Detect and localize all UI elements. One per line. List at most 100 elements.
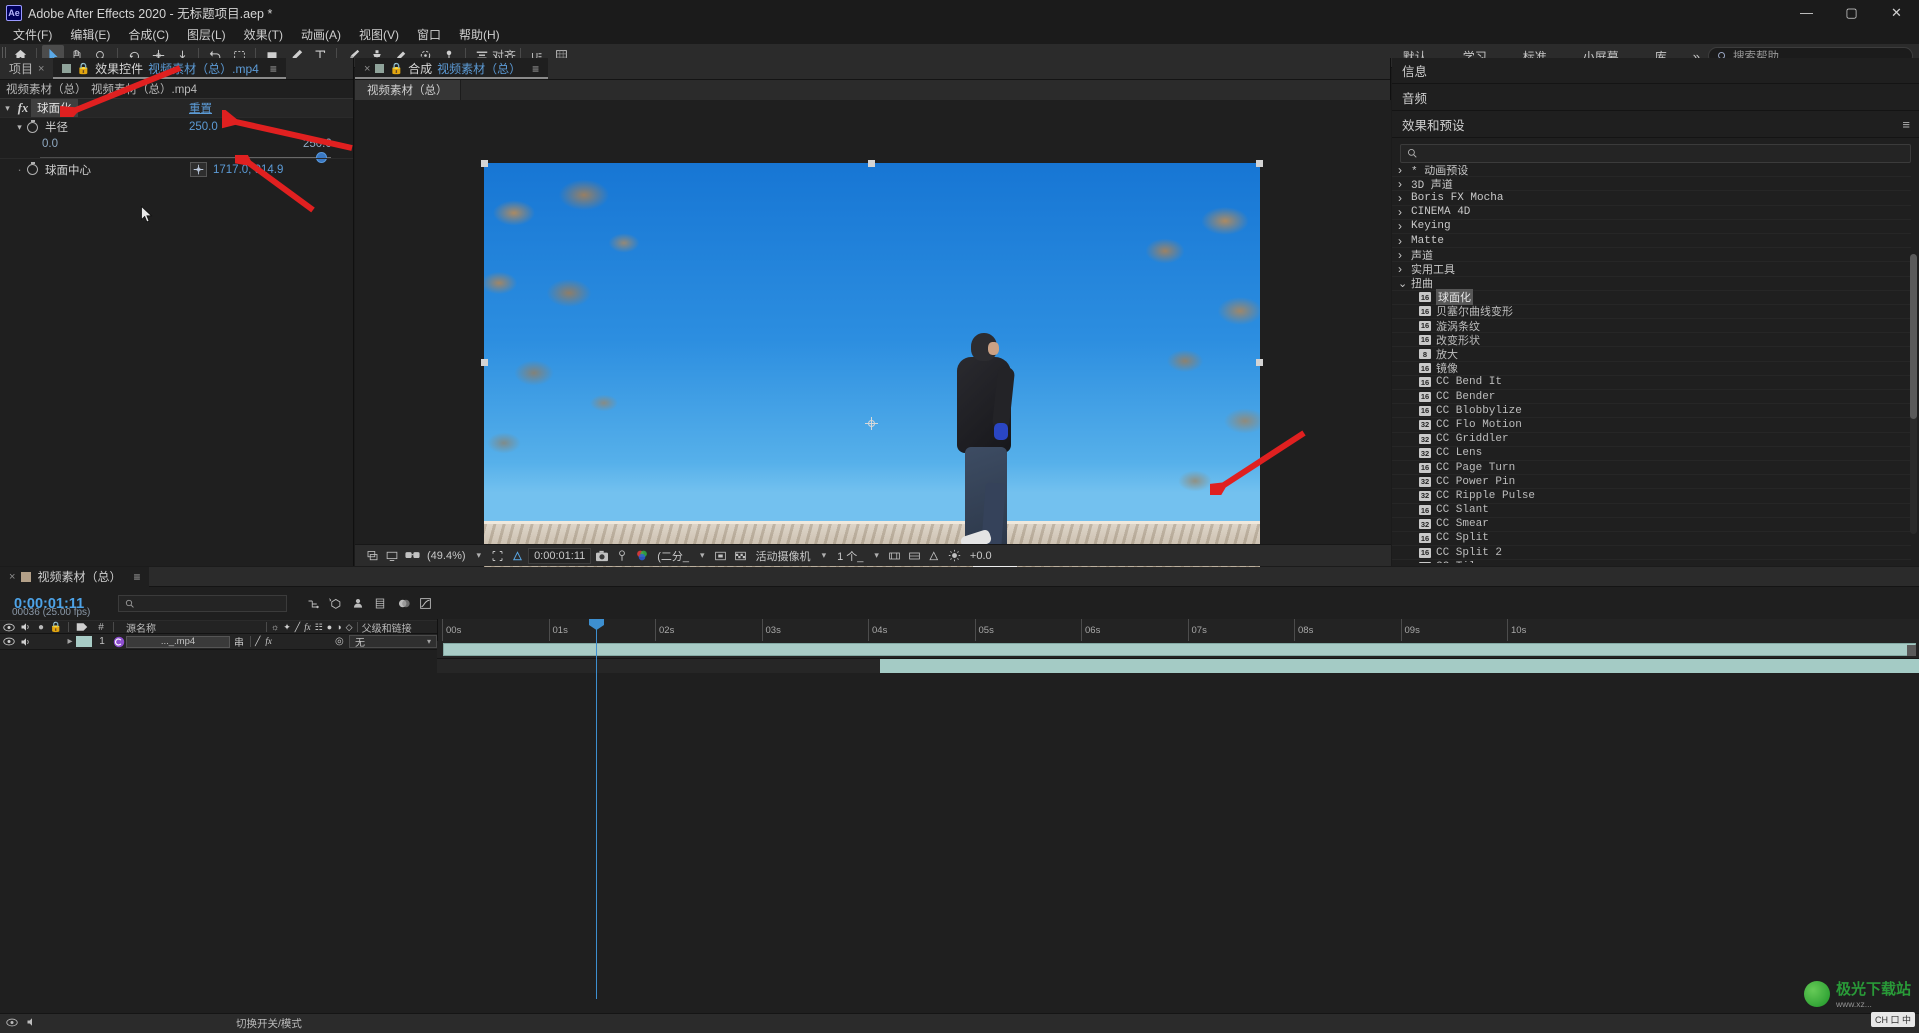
effect-item-16[interactable]: 32 CC Smear	[1392, 518, 1911, 532]
views-chevron-down-icon[interactable]: ▾	[869, 550, 884, 561]
effect-item-17[interactable]: 16 CC Split	[1392, 532, 1911, 547]
chevron-right-icon[interactable]: ›	[1398, 248, 1407, 262]
menu-help[interactable]: 帮助(H)	[450, 24, 509, 45]
selection-handle-ml[interactable]	[481, 359, 488, 366]
effects-group-5[interactable]: › Matte	[1392, 234, 1911, 249]
motion-blur-icon[interactable]	[392, 594, 415, 614]
layer-clip-bar[interactable]	[880, 659, 1919, 673]
current-timecode-display[interactable]: 0:00:01:11	[528, 547, 592, 564]
footer-audio-icon[interactable]	[26, 1017, 38, 1030]
effect-item-5[interactable]: 16 镜像	[1392, 362, 1911, 376]
region-of-interest-icon-2[interactable]	[488, 547, 506, 564]
tab-project[interactable]: 项目 ×	[0, 58, 54, 79]
resolution-value[interactable]: (二分_	[653, 548, 693, 564]
3d-glasses-icon[interactable]	[403, 547, 421, 564]
video-preview[interactable]	[484, 163, 1260, 603]
lock-layer-icon[interactable]: 🔒	[48, 622, 64, 633]
comp-lock-icon[interactable]: 🔒	[389, 62, 403, 75]
reset-link[interactable]: 重置	[189, 100, 212, 116]
effect-item-13[interactable]: 32 CC Power Pin	[1392, 475, 1911, 490]
layer-3d-icon[interactable]: ◎	[335, 636, 349, 647]
column-header-source-name[interactable]: 源名称	[116, 620, 266, 635]
layer-collapse-icon[interactable]: ╱	[255, 636, 260, 647]
fast-preview-icon[interactable]	[926, 547, 944, 564]
selection-handle-tl[interactable]	[481, 160, 488, 167]
tab-effect-controls[interactable]: 🔒 效果控件 视频素材（总）.mp4 ≡	[53, 58, 287, 79]
menu-window[interactable]: 窗口	[408, 24, 450, 45]
layer-fx-icon[interactable]: fx	[265, 636, 272, 647]
switch-collapse-icon[interactable]: ╱	[295, 622, 300, 633]
work-area-bar[interactable]	[443, 643, 1916, 656]
menu-animation[interactable]: 动画(A)	[292, 24, 350, 45]
tab-composition[interactable]: × 🔒 合成 视频素材（总） ≡	[355, 58, 549, 79]
close-button[interactable]: ✕	[1874, 0, 1919, 25]
always-preview-icon[interactable]	[363, 547, 381, 564]
effect-item-9[interactable]: 32 CC Flo Motion	[1392, 418, 1911, 433]
menu-file[interactable]: 文件(F)	[4, 24, 61, 45]
sphere-center-value[interactable]: 1717.0, 914.9	[213, 164, 283, 176]
effect-item-3[interactable]: 16 改变形状	[1392, 333, 1911, 348]
layer-parent-dropdown[interactable]: 无 ▾	[349, 635, 437, 649]
effects-group-1[interactable]: › 3D 声道	[1392, 177, 1911, 192]
timeline-panel-menu-icon[interactable]: ≡	[133, 570, 140, 584]
switch-effects-icon[interactable]: fx	[304, 622, 311, 633]
label-tag-icon[interactable]	[73, 622, 91, 632]
zoom-level-value[interactable]: (49.4%)	[423, 550, 470, 562]
timeline-ruler[interactable]: 00s 01s 02s 03s 04s 05s 06s 07s 08s 09s 10s	[437, 619, 1919, 641]
camera-view-value[interactable]: 活动摄像机	[752, 548, 815, 564]
radius-stopwatch-icon[interactable]	[27, 119, 38, 133]
timeline-tab-close-icon[interactable]: ×	[9, 571, 15, 583]
switch-3d-icon[interactable]: ◇	[346, 622, 353, 633]
effects-panel-menu-icon[interactable]: ≡	[1902, 117, 1910, 132]
column-header-parent-link[interactable]: 父级和链接	[362, 620, 412, 635]
layer-twirl-chevron-right-icon[interactable]: ▸	[64, 636, 76, 647]
zoom-dropdown-chevron-down-icon[interactable]: ▾	[472, 550, 487, 561]
chevron-right-icon[interactable]: ›	[1398, 219, 1407, 233]
switch-shy-icon[interactable]: ✦	[283, 622, 291, 633]
chevron-down-icon[interactable]: ⌄	[1398, 277, 1407, 290]
menu-effect[interactable]: 效果(T)	[235, 24, 292, 45]
chevron-right-icon[interactable]: ›	[1398, 262, 1407, 276]
effect-item-7[interactable]: 16 CC Bender	[1392, 390, 1911, 405]
resolution-chevron-down-icon[interactable]: ▾	[695, 550, 710, 561]
effect-name-label[interactable]: 球面化	[31, 99, 78, 117]
effects-search-input[interactable]	[1400, 144, 1911, 163]
show-snapshot-icon[interactable]	[613, 547, 631, 564]
effect-item-15[interactable]: 16 CC Slant	[1392, 504, 1911, 518]
effect-item-10[interactable]: 32 CC Griddler	[1392, 433, 1911, 447]
effects-presets-panel-header[interactable]: 效果和预设 ≡	[1392, 112, 1919, 138]
layer-switches[interactable]: ╱ fx	[253, 636, 272, 647]
exposure-icon[interactable]	[946, 547, 964, 564]
effects-group-2[interactable]: › Boris FX Mocha	[1392, 191, 1911, 206]
selection-handle-mr[interactable]	[1256, 359, 1263, 366]
effect-item-12[interactable]: 16 CC Page Turn	[1392, 461, 1911, 476]
effects-group-0[interactable]: › * 动画预设	[1392, 163, 1911, 178]
effect-item-6[interactable]: 16 CC Bend It	[1392, 376, 1911, 390]
radius-chevron-down-icon[interactable]: ▾	[12, 122, 27, 133]
layer-source-name[interactable]: ..._.mp4	[126, 635, 230, 648]
monitor-icon[interactable]	[383, 547, 401, 564]
center-point-picker-icon[interactable]	[190, 162, 207, 177]
views-count-value[interactable]: 1 个_	[833, 548, 867, 564]
effect-item-14[interactable]: 32 CC Ripple Pulse	[1392, 489, 1911, 504]
switch-frameblend-icon[interactable]: ☷	[315, 622, 323, 633]
chevron-down-icon[interactable]: ▾	[0, 103, 15, 114]
effects-group-3[interactable]: › CINEMA 4D	[1392, 205, 1911, 220]
transparency-grid-icon[interactable]	[508, 547, 526, 564]
menu-view[interactable]: 视图(V)	[350, 24, 408, 45]
switch-audio-icon[interactable]: ☼	[271, 622, 279, 633]
tab-timeline-comp[interactable]: × 视频素材（总） ≡	[0, 566, 150, 587]
draft-3d-icon[interactable]	[324, 594, 347, 614]
effects-list-scrollbar[interactable]	[1910, 254, 1917, 534]
column-header-number[interactable]: #	[91, 622, 111, 633]
effect-item-11[interactable]: 32 CC Lens	[1392, 447, 1911, 461]
channel-rgb-icon[interactable]	[633, 547, 651, 564]
timeline-link-icon[interactable]	[906, 547, 924, 564]
panel-menu-icon[interactable]: ≡	[270, 62, 277, 76]
comp-subtab-active[interactable]: 视频素材（总）	[355, 80, 461, 100]
switch-adjustment-icon[interactable]: ◑	[336, 622, 341, 633]
timeline-layer-track-row[interactable]	[437, 659, 1919, 673]
solo-icon[interactable]: ●	[34, 622, 48, 633]
layer-label-color-swatch[interactable]	[76, 636, 92, 647]
chevron-right-icon[interactable]: ›	[1398, 177, 1407, 191]
